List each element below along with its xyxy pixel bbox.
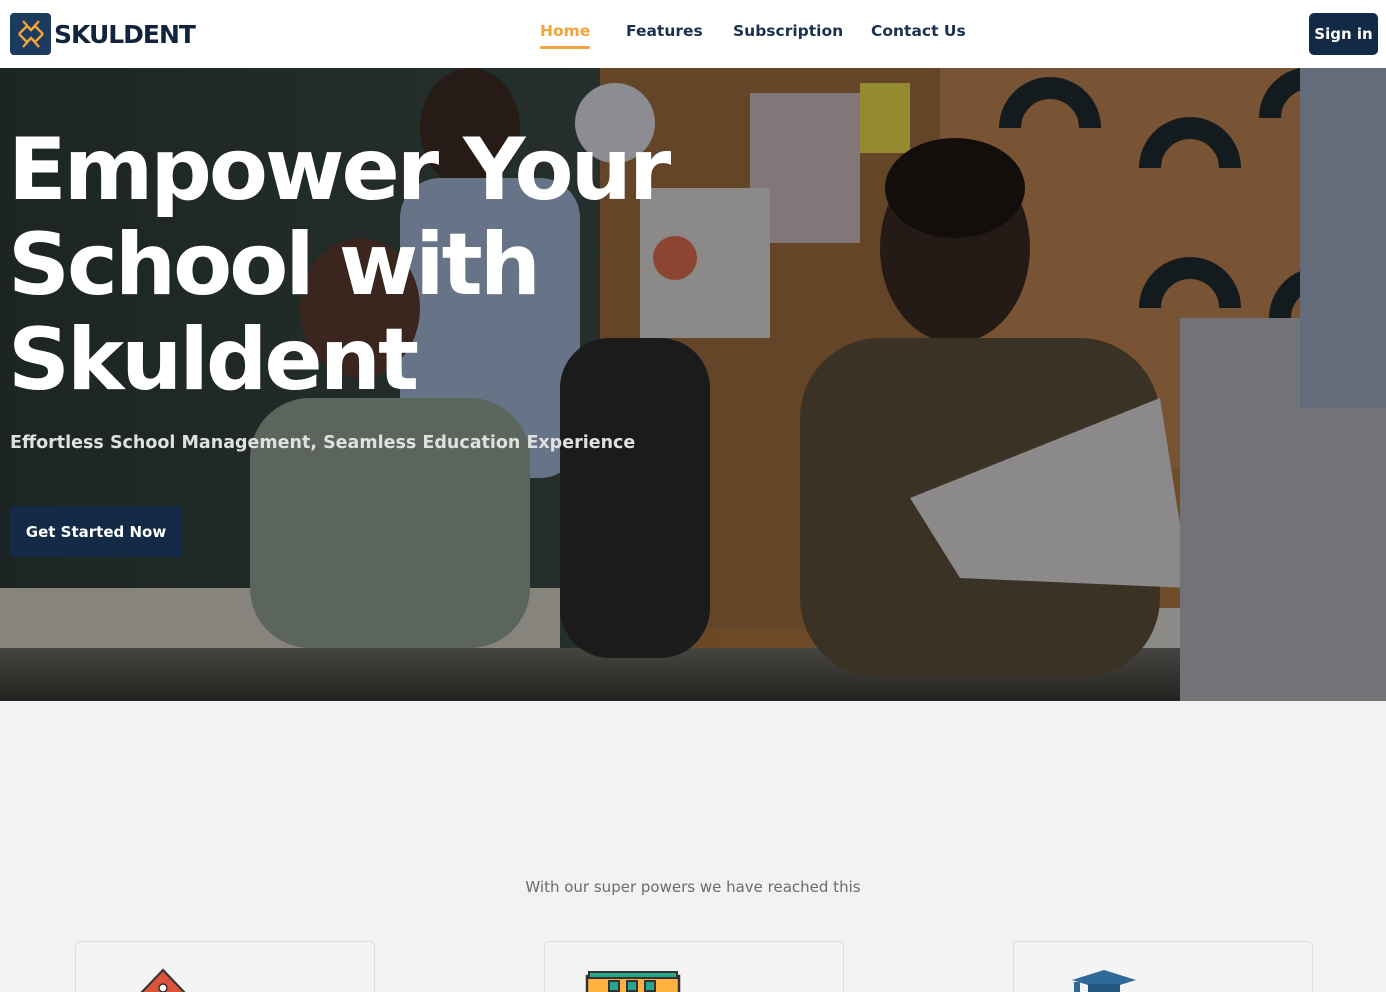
hero-title-line-2: School with xyxy=(8,215,541,315)
hero-title-line-3: Skuldent xyxy=(8,310,419,410)
sign-in-button[interactable]: Sign in xyxy=(1309,13,1378,55)
hero-section: Empower Your School with Skuldent Effort… xyxy=(0,68,1386,701)
main-nav: Home Features Subscription Contact Us xyxy=(0,22,1386,52)
stat-card-graduates xyxy=(1013,941,1313,992)
school-building-icon xyxy=(140,968,186,992)
site-header: SKULDENT Home Features Subscription Cont… xyxy=(0,0,1386,68)
stats-caption: With our super powers we have reached th… xyxy=(525,878,861,896)
hero-title: Empower Your School with Skuldent xyxy=(8,123,708,408)
nav-features[interactable]: Features xyxy=(626,22,703,40)
nav-home[interactable]: Home xyxy=(540,22,591,49)
hero-title-line-1: Empower Your xyxy=(8,120,671,220)
nav-contact-us[interactable]: Contact Us xyxy=(871,22,966,40)
library-building-icon xyxy=(585,971,681,992)
nav-subscription[interactable]: Subscription xyxy=(733,22,843,40)
get-started-button[interactable]: Get Started Now xyxy=(10,506,182,557)
hero-subtitle: Effortless School Management, Seamless E… xyxy=(10,433,636,453)
stat-card-schools xyxy=(75,941,375,992)
graduation-cap-icon xyxy=(1072,970,1136,992)
stat-card-libraries xyxy=(544,941,844,992)
